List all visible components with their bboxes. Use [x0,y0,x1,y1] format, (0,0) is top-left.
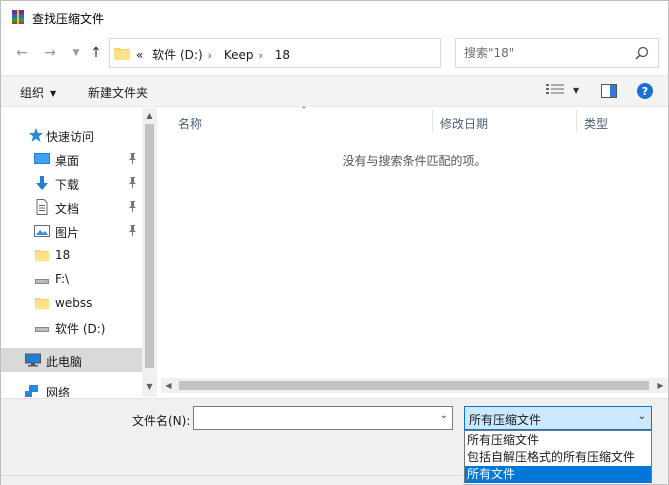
scroll-down-icon[interactable]: ▼ [142,379,157,393]
pin-icon[interactable] [127,225,138,236]
file-dialog-window: 查找压缩文件 ← → ▼ ↑ « 软件 (D:)› Keep› 18 ⌄ ↻ [0,0,669,485]
sidebar-item-label: F:\ [55,272,70,286]
chevron-down-icon: ▼ [50,89,57,98]
breadcrumb-overflow[interactable]: « [136,48,143,62]
recent-locations-chevron-icon[interactable]: ▼ [65,42,87,64]
column-header-type[interactable]: 类型 [584,108,608,134]
forward-arrow-icon[interactable]: → [39,42,61,64]
folder-icon [35,250,49,261]
back-arrow-icon[interactable]: ← [11,42,33,64]
sidebar-item-label: 此电脑 [46,355,83,369]
address-bar[interactable]: « 软件 (D:)› Keep› 18 ⌄ ↻ [109,38,540,68]
sidebar-item-label: 文档 [55,202,80,216]
winrar-app-icon [12,10,24,24]
filename-combobox[interactable]: ⌄ [193,406,453,430]
sidebar-item-label: 软件 (D:) [55,322,106,336]
horizontal-scrollbar[interactable]: ◀ ▶ [161,378,668,393]
breadcrumb-item-18[interactable]: 18 [275,48,290,62]
navigation-pane: 快速访问 桌面 下载 文档 图片 18 F:\ webss 软件 (D:) 此电… [1,108,157,397]
sidebar-item-folder-18[interactable]: 18 [1,243,142,267]
filetype-dropdown-list[interactable]: 所有压缩文件 包括自解压格式的所有压缩文件 所有文件 [464,430,652,483]
star-icon [29,128,43,142]
filetype-option-archives[interactable]: 所有压缩文件 [465,432,651,449]
desktop-icon [34,153,50,164]
pin-icon[interactable] [127,153,138,164]
scroll-right-icon[interactable]: ▶ [653,378,668,393]
sidebar-item-label: webss [55,296,93,310]
drive-icon [35,279,49,284]
breadcrumb-item-drive[interactable]: 软件 (D:) [152,48,202,62]
search-icon[interactable] [635,46,649,60]
scroll-left-icon[interactable]: ◀ [161,378,176,393]
up-arrow-icon[interactable]: ↑ [85,42,107,64]
breadcrumb-separator-icon[interactable]: › [259,49,263,62]
drive-icon [35,327,49,332]
new-folder-label: 新建文件夹 [88,86,149,100]
filetype-selected-value: 所有压缩文件 [469,413,542,427]
empty-results-message: 没有与搜索条件匹配的项。 [342,154,487,168]
organize-button[interactable]: 组织 ▼ [20,84,56,101]
breadcrumb-separator-icon[interactable]: › [208,49,212,62]
filename-field[interactable] [198,410,428,426]
sidebar-item-pictures[interactable]: 图片 [1,219,142,243]
sidebar-item-label: 桌面 [55,154,80,168]
breadcrumb-item-keep[interactable]: Keep [224,48,254,62]
filetype-option-sfx-archives[interactable]: 包括自解压格式的所有压缩文件 [465,449,651,466]
download-icon [36,176,48,190]
pin-icon[interactable] [127,177,138,188]
chevron-down-icon[interactable]: ⌄ [440,410,448,421]
search-box[interactable] [455,38,659,68]
sidebar-item-drive-d[interactable]: 软件 (D:) [1,315,142,339]
help-icon[interactable]: ? [637,83,653,99]
sidebar-item-this-pc[interactable]: 此电脑 [1,348,142,372]
sidebar-item-desktop[interactable]: 桌面 [1,147,142,171]
column-divider[interactable] [432,110,433,132]
network-icon [25,385,38,397]
change-view-button[interactable]: ▼ [546,83,579,97]
sidebar-item-label: 网络 [46,386,71,397]
column-header-name[interactable]: 名称 [178,108,202,134]
sidebar-item-label: 快速访问 [46,130,95,144]
filename-label: 文件名(N): [132,414,191,428]
column-divider[interactable] [576,110,577,132]
scrollbar-thumb[interactable] [179,381,649,390]
sort-ascending-icon: ⌃ [300,106,308,116]
sidebar-item-label: 下载 [55,178,80,192]
pictures-icon [34,225,50,237]
sidebar-scrollbar[interactable]: ▲ ▼ [142,108,157,397]
file-list-pane[interactable]: ⌃ 名称 修改日期 类型 没有与搜索条件匹配的项。 ◀ ▶ [161,106,668,397]
window-title: 查找压缩文件 [32,12,105,26]
scrollbar-thumb[interactable] [145,124,154,368]
search-input[interactable] [464,45,624,61]
sidebar-item-quick-access[interactable]: 快速访问 [1,123,142,147]
background-strip [1,475,463,485]
computer-icon [25,353,41,367]
document-icon [36,199,48,215]
scroll-up-icon[interactable]: ▲ [142,108,157,122]
details-view-icon [546,84,564,94]
chevron-down-icon: ▼ [573,85,580,95]
title-bar: 查找压缩文件 [1,1,668,33]
sidebar-item-webss[interactable]: webss [1,291,142,315]
organize-label: 组织 [20,86,45,100]
sidebar-item-label: 18 [55,248,71,262]
sidebar-item-drive-f[interactable]: F:\ [1,267,142,291]
preview-pane-icon[interactable] [601,84,617,98]
folder-icon [35,298,49,309]
filetype-select[interactable]: 所有压缩文件 ⌄ [464,406,652,430]
sidebar-item-label: 图片 [55,226,80,240]
sidebar-item-downloads[interactable]: 下载 [1,171,142,195]
folder-icon [114,48,130,60]
command-toolbar: 组织 ▼ 新建文件夹 ▼ ? [1,75,668,107]
filetype-option-all-files[interactable]: 所有文件 [465,466,651,483]
sidebar-item-documents[interactable]: 文档 [1,195,142,219]
navigation-row: ← → ▼ ↑ « 软件 (D:)› Keep› 18 ⌄ ↻ [1,34,668,74]
new-folder-button[interactable]: 新建文件夹 [88,84,148,101]
breadcrumb: « 软件 (D:) › Keep › 18 [136,46,295,63]
column-header-date-modified[interactable]: 修改日期 [440,108,488,134]
chevron-down-icon[interactable]: ⌄ [638,411,646,422]
pin-icon[interactable] [127,201,138,212]
sidebar-item-network[interactable]: 网络 [1,379,142,397]
